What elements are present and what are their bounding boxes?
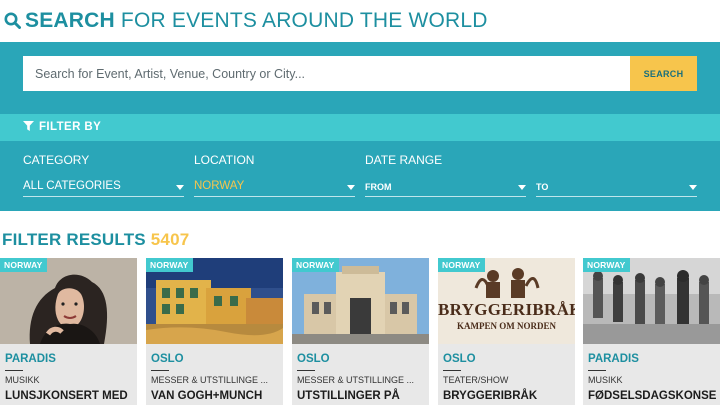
event-image[interactable]: NORWAY bbox=[146, 258, 283, 344]
date-from-select[interactable]: FROM bbox=[365, 179, 526, 197]
filter-by-text: FILTER BY bbox=[39, 121, 102, 133]
country-badge: NORWAY bbox=[292, 258, 339, 272]
date-to-value: TO bbox=[536, 182, 549, 192]
search-input[interactable] bbox=[23, 56, 630, 91]
country-badge: NORWAY bbox=[0, 258, 47, 272]
poster-title: BRYGGERIBRÅK bbox=[438, 300, 575, 319]
divider bbox=[588, 370, 606, 371]
location-label: LOCATION bbox=[194, 153, 255, 167]
location-value: NORWAY bbox=[194, 180, 245, 192]
event-title[interactable]: FØDSELSDAGSKONSE bbox=[588, 389, 716, 403]
event-card[interactable]: NORWAY PARADIS MUSIKK LUNSJKONSERT MED bbox=[0, 258, 137, 405]
divider bbox=[151, 370, 169, 371]
event-title[interactable]: BRYGGERIBRÅK bbox=[443, 389, 537, 403]
event-image[interactable]: NORWAY bbox=[0, 258, 137, 344]
filters-panel: CATEGORY LOCATION DATE RANGE ALL CATEGOR… bbox=[0, 141, 720, 211]
date-to-select[interactable]: TO bbox=[536, 179, 697, 197]
country-badge: NORWAY bbox=[583, 258, 630, 272]
chevron-down-icon bbox=[518, 185, 526, 190]
search-button[interactable]: SEARCH bbox=[630, 56, 697, 91]
event-city: OSLO bbox=[297, 353, 330, 365]
divider bbox=[5, 370, 23, 371]
event-category: MESSER & UTSTILLINGE ... bbox=[297, 375, 415, 385]
event-city: PARADIS bbox=[5, 353, 56, 365]
title-strong: SEARCH bbox=[25, 9, 115, 32]
category-select[interactable]: ALL CATEGORIES bbox=[23, 179, 184, 197]
funnel-icon bbox=[23, 121, 34, 131]
title-rest: FOR EVENTS AROUND THE WORLD bbox=[114, 9, 488, 32]
results-label: FILTER RESULTS bbox=[2, 230, 146, 249]
page-header: SEARCH FOR EVENTS AROUND THE WORLD bbox=[0, 0, 720, 42]
chevron-down-icon bbox=[689, 185, 697, 190]
event-category: TEATER/SHOW bbox=[443, 375, 509, 385]
category-value: ALL CATEGORIES bbox=[23, 180, 121, 192]
event-image[interactable]: NORWAY bbox=[292, 258, 429, 344]
event-card[interactable]: NORWAY OSLO MESSER & UTSTILLINGE ... VAN… bbox=[146, 258, 283, 405]
date-range-label: DATE RANGE bbox=[365, 153, 443, 167]
country-badge: NORWAY bbox=[146, 258, 193, 272]
event-title[interactable]: VAN GOGH+MUNCH bbox=[151, 389, 262, 403]
search-icon bbox=[4, 11, 21, 35]
poster-subtitle: KAMPEN OM NORDEN bbox=[457, 321, 556, 331]
event-title[interactable]: UTSTILLINGER PÅ bbox=[297, 389, 400, 403]
event-card[interactable]: NORWAY OSLO MESSER & UTSTILLINGE ... UTS… bbox=[292, 258, 429, 405]
event-category: MUSIKK bbox=[5, 375, 40, 385]
results-count: 5407 bbox=[150, 230, 190, 249]
event-city: PARADIS bbox=[588, 353, 639, 365]
page-title: SEARCH FOR EVENTS AROUND THE WORLD bbox=[4, 9, 488, 35]
event-city: OSLO bbox=[443, 353, 476, 365]
date-from-value: FROM bbox=[365, 182, 392, 192]
category-label: CATEGORY bbox=[23, 153, 90, 167]
location-select[interactable]: NORWAY bbox=[194, 179, 355, 197]
event-category: MUSIKK bbox=[588, 375, 623, 385]
search-panel: SEARCH bbox=[0, 42, 720, 114]
country-badge: NORWAY bbox=[438, 258, 485, 272]
event-card[interactable]: NORWAY PARADIS MUSIKK FØDSELSDAGSKONSE bbox=[583, 258, 720, 405]
filter-by-label: FILTER BY bbox=[23, 121, 101, 133]
event-title[interactable]: LUNSJKONSERT MED bbox=[5, 389, 128, 403]
chevron-down-icon bbox=[347, 185, 355, 190]
divider bbox=[443, 370, 461, 371]
filter-bar[interactable]: FILTER BY bbox=[0, 114, 720, 141]
results-heading: FILTER RESULTS 5407 bbox=[2, 230, 189, 250]
chevron-down-icon bbox=[176, 185, 184, 190]
event-category: MESSER & UTSTILLINGE ... bbox=[151, 375, 269, 385]
divider bbox=[297, 370, 315, 371]
event-image[interactable]: NORWAY bbox=[583, 258, 720, 344]
event-city: OSLO bbox=[151, 353, 184, 365]
event-image[interactable]: BRYGGERIBRÅK KAMPEN OM NORDEN NORWAY bbox=[438, 258, 575, 344]
event-card[interactable]: BRYGGERIBRÅK KAMPEN OM NORDEN NORWAY OSL… bbox=[438, 258, 575, 405]
